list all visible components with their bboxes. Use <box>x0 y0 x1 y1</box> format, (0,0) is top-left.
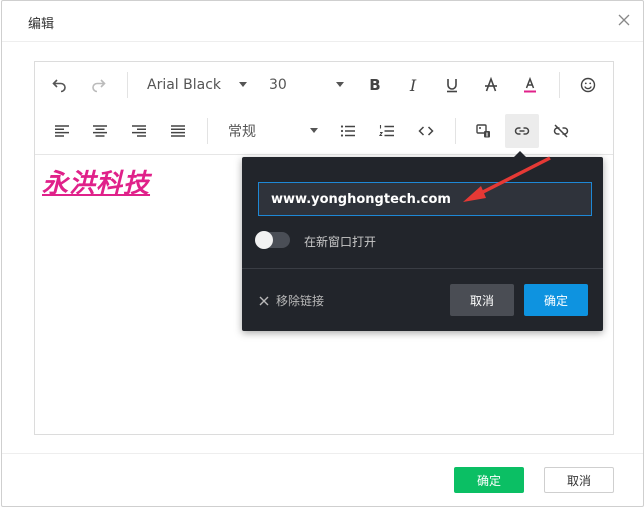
chevron-down-icon <box>310 128 318 133</box>
font-size-value: 30 <box>269 77 287 93</box>
remove-link-label: 移除链接 <box>276 294 325 308</box>
font-family-select[interactable]: Arial Black <box>147 69 247 101</box>
close-icon[interactable] <box>615 11 633 29</box>
chevron-down-icon <box>239 82 247 87</box>
url-input[interactable] <box>258 182 592 216</box>
paragraph-style-value: 常规 <box>228 124 256 140</box>
link-popover: 在新窗口打开 移除链接 取消 确定 <box>242 151 603 331</box>
toolbar-divider <box>127 72 128 98</box>
popover-cancel-button[interactable]: 取消 <box>450 284 514 316</box>
image-icon[interactable] <box>467 114 501 148</box>
editor-toolbar: Arial Black 30 B I 常规 <box>35 62 613 155</box>
open-new-window-label: 在新窗口打开 <box>304 235 377 249</box>
code-icon[interactable] <box>409 114 443 148</box>
popover-pointer <box>514 151 526 157</box>
font-size-select[interactable]: 30 <box>269 69 344 101</box>
italic-icon[interactable]: I <box>396 68 430 102</box>
underline-icon[interactable] <box>435 68 469 102</box>
content-hyperlink[interactable]: 永洪科技 <box>42 163 150 200</box>
strikethrough-icon[interactable] <box>474 68 508 102</box>
unlink-icon[interactable] <box>544 114 578 148</box>
toggle-knob <box>255 231 273 249</box>
dialog-footer: 确定 取消 <box>2 453 643 506</box>
align-center-icon[interactable] <box>83 114 117 148</box>
popover-confirm-button[interactable]: 确定 <box>524 284 588 316</box>
dialog-header: 编辑 <box>2 1 643 42</box>
open-new-window-toggle[interactable] <box>255 231 290 249</box>
popover-divider <box>242 268 603 269</box>
font-family-value: Arial Black <box>147 77 222 93</box>
align-left-icon[interactable] <box>45 114 79 148</box>
align-justify-icon[interactable] <box>161 114 195 148</box>
toolbar-divider <box>559 72 560 98</box>
paragraph-style-select[interactable]: 常规 <box>228 115 318 147</box>
remove-link-button[interactable]: 移除链接 <box>258 292 324 309</box>
redo-icon[interactable] <box>81 68 115 102</box>
link-icon[interactable] <box>505 114 539 148</box>
dialog-title: 编辑 <box>28 17 55 32</box>
toolbar-divider <box>207 118 208 144</box>
close-icon <box>259 296 269 305</box>
toolbar-divider <box>455 118 456 144</box>
emoji-icon[interactable] <box>571 68 605 102</box>
cancel-button[interactable]: 取消 <box>544 467 614 493</box>
align-right-icon[interactable] <box>122 114 156 148</box>
numbered-list-icon[interactable] <box>370 114 404 148</box>
bullet-list-icon[interactable] <box>331 114 365 148</box>
confirm-button[interactable]: 确定 <box>454 467 524 493</box>
bold-icon[interactable]: B <box>358 68 392 102</box>
chevron-down-icon <box>336 82 344 87</box>
font-color-icon[interactable] <box>513 68 547 102</box>
undo-icon[interactable] <box>43 68 77 102</box>
